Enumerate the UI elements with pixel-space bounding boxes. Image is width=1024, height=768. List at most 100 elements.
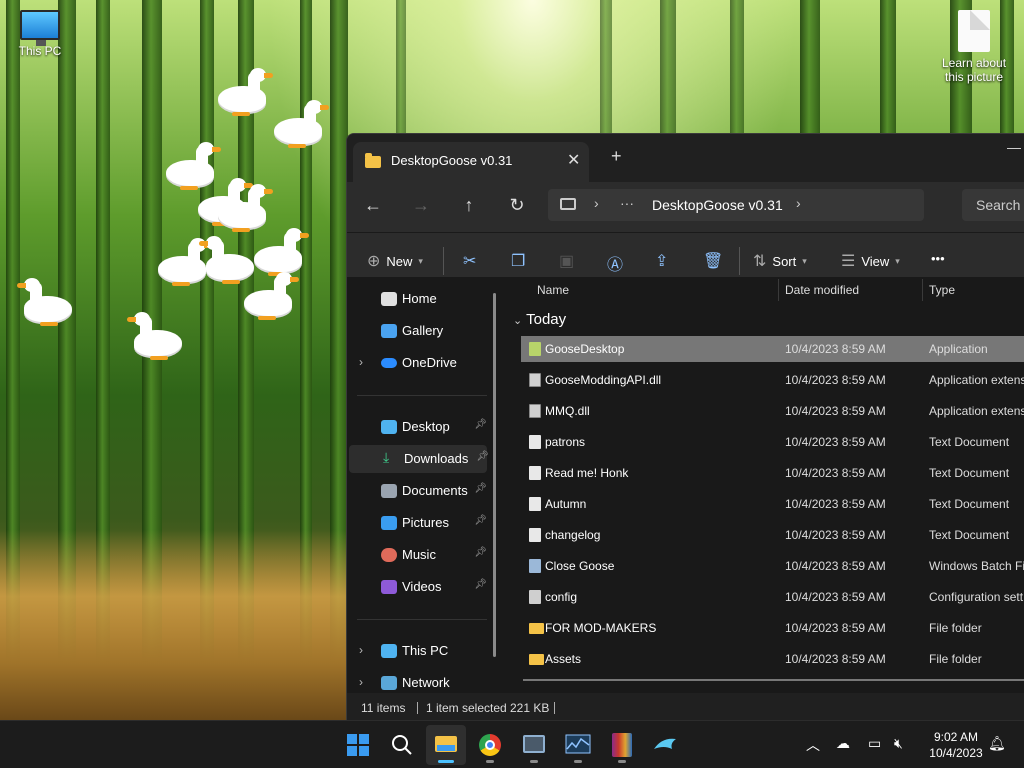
file-row[interactable]: FOR MOD-MAKERS 10/4/2023 8:59 AM File fo… (521, 615, 1024, 641)
nav-item-pictures[interactable]: Pictures 📌︎ (347, 509, 487, 537)
nav-pane-scrollbar[interactable] (493, 293, 496, 657)
rename-button[interactable]: Ⓐ (607, 251, 623, 275)
desktop-icon-this-pc[interactable]: This PC (0, 10, 80, 58)
text-file-icon (529, 435, 541, 449)
search-button[interactable] (382, 725, 422, 765)
minimize-button[interactable] (1007, 148, 1021, 149)
chevron-right-icon[interactable]: › (359, 355, 363, 369)
column-name[interactable]: Name (537, 283, 569, 297)
file-row[interactable]: Read me! Honk 10/4/2023 8:59 AM Text Doc… (521, 460, 1024, 486)
folder-icon (529, 623, 544, 634)
file-row[interactable]: patrons 10/4/2023 8:59 AM Text Document (521, 429, 1024, 455)
nav-item-home[interactable]: Home (347, 285, 485, 313)
chevron-right-icon[interactable]: › (359, 643, 363, 657)
file-row[interactable]: config 10/4/2023 8:59 AM Configuration s… (521, 584, 1024, 610)
search-box[interactable]: Search D (962, 189, 1024, 221)
volume-muted-icon[interactable]: 🔇︎ (894, 735, 903, 752)
copy-button[interactable]: ❐ (511, 251, 525, 271)
desktop-icon-learn-about-picture[interactable]: Learn about this picture (934, 10, 1014, 84)
start-button[interactable] (338, 725, 378, 765)
taskbar-task-manager[interactable] (558, 725, 598, 765)
explorer-body: Home Gallery › OneDrive Desktop 📌︎ ⤓ Dow… (347, 277, 1024, 693)
share-icon: ⇪ (655, 253, 669, 270)
cloud-icon (381, 358, 397, 368)
goose[interactable] (274, 100, 330, 148)
new-tab-button[interactable]: + (611, 147, 622, 165)
file-row[interactable]: changelog 10/4/2023 8:59 AM Text Documen… (521, 522, 1024, 548)
display-icon[interactable]: ▭ (868, 735, 881, 752)
chevron-right-icon[interactable]: › (594, 195, 599, 211)
up-button[interactable]: ↑ (457, 195, 481, 216)
file-row[interactable]: GooseModdingAPI.dll 10/4/2023 8:59 AM Ap… (521, 367, 1024, 393)
clock[interactable]: 9:02 AM 10/4/2023 (920, 729, 992, 761)
file-row[interactable]: MMQ.dll 10/4/2023 8:59 AM Application ex… (521, 398, 1024, 424)
selection-count: 1 item selected (426, 701, 507, 715)
nav-item-music[interactable]: Music 📌︎ (347, 541, 487, 569)
nav-item-gallery[interactable]: Gallery (347, 317, 485, 345)
nav-item-downloads[interactable]: ⤓ Downloads 📌︎ (349, 445, 489, 473)
more-locations-button[interactable]: ··· (620, 195, 634, 211)
file-list: Name Date modified Type ⌄ Today GooseDes… (507, 277, 1024, 693)
file-row[interactable]: Close Goose 10/4/2023 8:59 AM Windows Ba… (521, 553, 1024, 579)
back-button[interactable]: ← (361, 195, 385, 216)
pin-icon: 📌︎ (474, 419, 487, 430)
new-button[interactable]: ⊕ New ▾ (367, 251, 423, 271)
config-file-icon (529, 590, 541, 604)
archive-icon (612, 733, 632, 757)
taskbar: ︿ ☁ ▭ 🔇︎ 9:02 AM 10/4/2023 🔔︎ (0, 720, 1024, 768)
onedrive-sync-icon[interactable]: ☁ (836, 735, 850, 752)
notification-bell-icon[interactable]: 🔔︎ (988, 735, 1006, 752)
taskbar-dolphin[interactable] (646, 725, 686, 765)
share-button[interactable]: ⇪ (655, 251, 668, 271)
taskbar-app-window[interactable] (514, 725, 554, 765)
search-input[interactable]: Search D (976, 197, 1024, 213)
folder-icon (365, 153, 381, 168)
nav-item-this-pc[interactable]: › This PC (347, 637, 485, 665)
paste-button[interactable]: ▣ (559, 251, 574, 271)
cut-button[interactable]: ✂ (463, 251, 476, 271)
more-options-button[interactable]: ••• (931, 251, 945, 266)
column-type[interactable]: Type (929, 283, 955, 297)
pin-icon: 📌︎ (474, 515, 487, 526)
explorer-tab[interactable]: DesktopGoose v0.31 ✕ (353, 142, 589, 182)
status-bar: 11 items 1 item selected 221 KB (347, 693, 1024, 720)
nav-item-onedrive[interactable]: › OneDrive (347, 349, 485, 377)
view-button[interactable]: ☰ View ▾ (841, 251, 900, 271)
search-icon (392, 735, 412, 755)
group-header-today[interactable]: ⌄ Today (513, 311, 566, 328)
goose[interactable] (254, 228, 310, 276)
goose[interactable] (16, 278, 72, 326)
chevron-right-icon[interactable]: › (796, 195, 801, 211)
goose[interactable] (218, 184, 274, 232)
nav-item-desktop[interactable]: Desktop 📌︎ (347, 413, 487, 441)
taskbar-winrar[interactable] (602, 725, 642, 765)
taskbar-chrome[interactable] (470, 725, 510, 765)
goose[interactable] (244, 272, 300, 320)
column-date-modified[interactable]: Date modified (785, 283, 859, 297)
goose[interactable] (126, 312, 182, 360)
chevron-up-icon[interactable]: ︿ (806, 735, 820, 755)
sort-button[interactable]: ⇅ Sort ▾ (753, 251, 807, 271)
documents-icon (381, 484, 397, 498)
taskbar-file-explorer[interactable] (426, 725, 466, 765)
monitor-icon (20, 10, 60, 46)
tab-close-button[interactable]: ✕ (567, 150, 580, 170)
trash-icon: 🗑︎ (703, 253, 724, 270)
chevron-right-icon[interactable]: › (359, 675, 363, 689)
goose[interactable] (218, 68, 274, 116)
file-row[interactable]: GooseDesktop 10/4/2023 8:59 AM Applicati… (521, 336, 1024, 362)
nav-item-documents[interactable]: Documents 📌︎ (347, 477, 487, 505)
address-bar[interactable]: › ··· DesktopGoose v0.31 › (548, 189, 924, 221)
delete-button[interactable]: 🗑︎ (703, 251, 723, 271)
file-row[interactable]: Assets 10/4/2023 8:59 AM File folder (521, 646, 1024, 672)
refresh-button[interactable]: ↻ (505, 195, 529, 216)
new-label: New (386, 253, 413, 269)
rename-icon: Ⓐ (607, 257, 624, 274)
file-row[interactable]: Autumn 10/4/2023 8:59 AM Text Document (521, 491, 1024, 517)
text-file-icon (529, 466, 541, 480)
nav-item-videos[interactable]: Videos 📌︎ (347, 573, 487, 601)
horizontal-scrollbar[interactable] (523, 679, 1024, 681)
address-path[interactable]: DesktopGoose v0.31 (652, 197, 783, 213)
text-file-icon (529, 497, 541, 511)
forward-button[interactable]: → (409, 195, 433, 216)
